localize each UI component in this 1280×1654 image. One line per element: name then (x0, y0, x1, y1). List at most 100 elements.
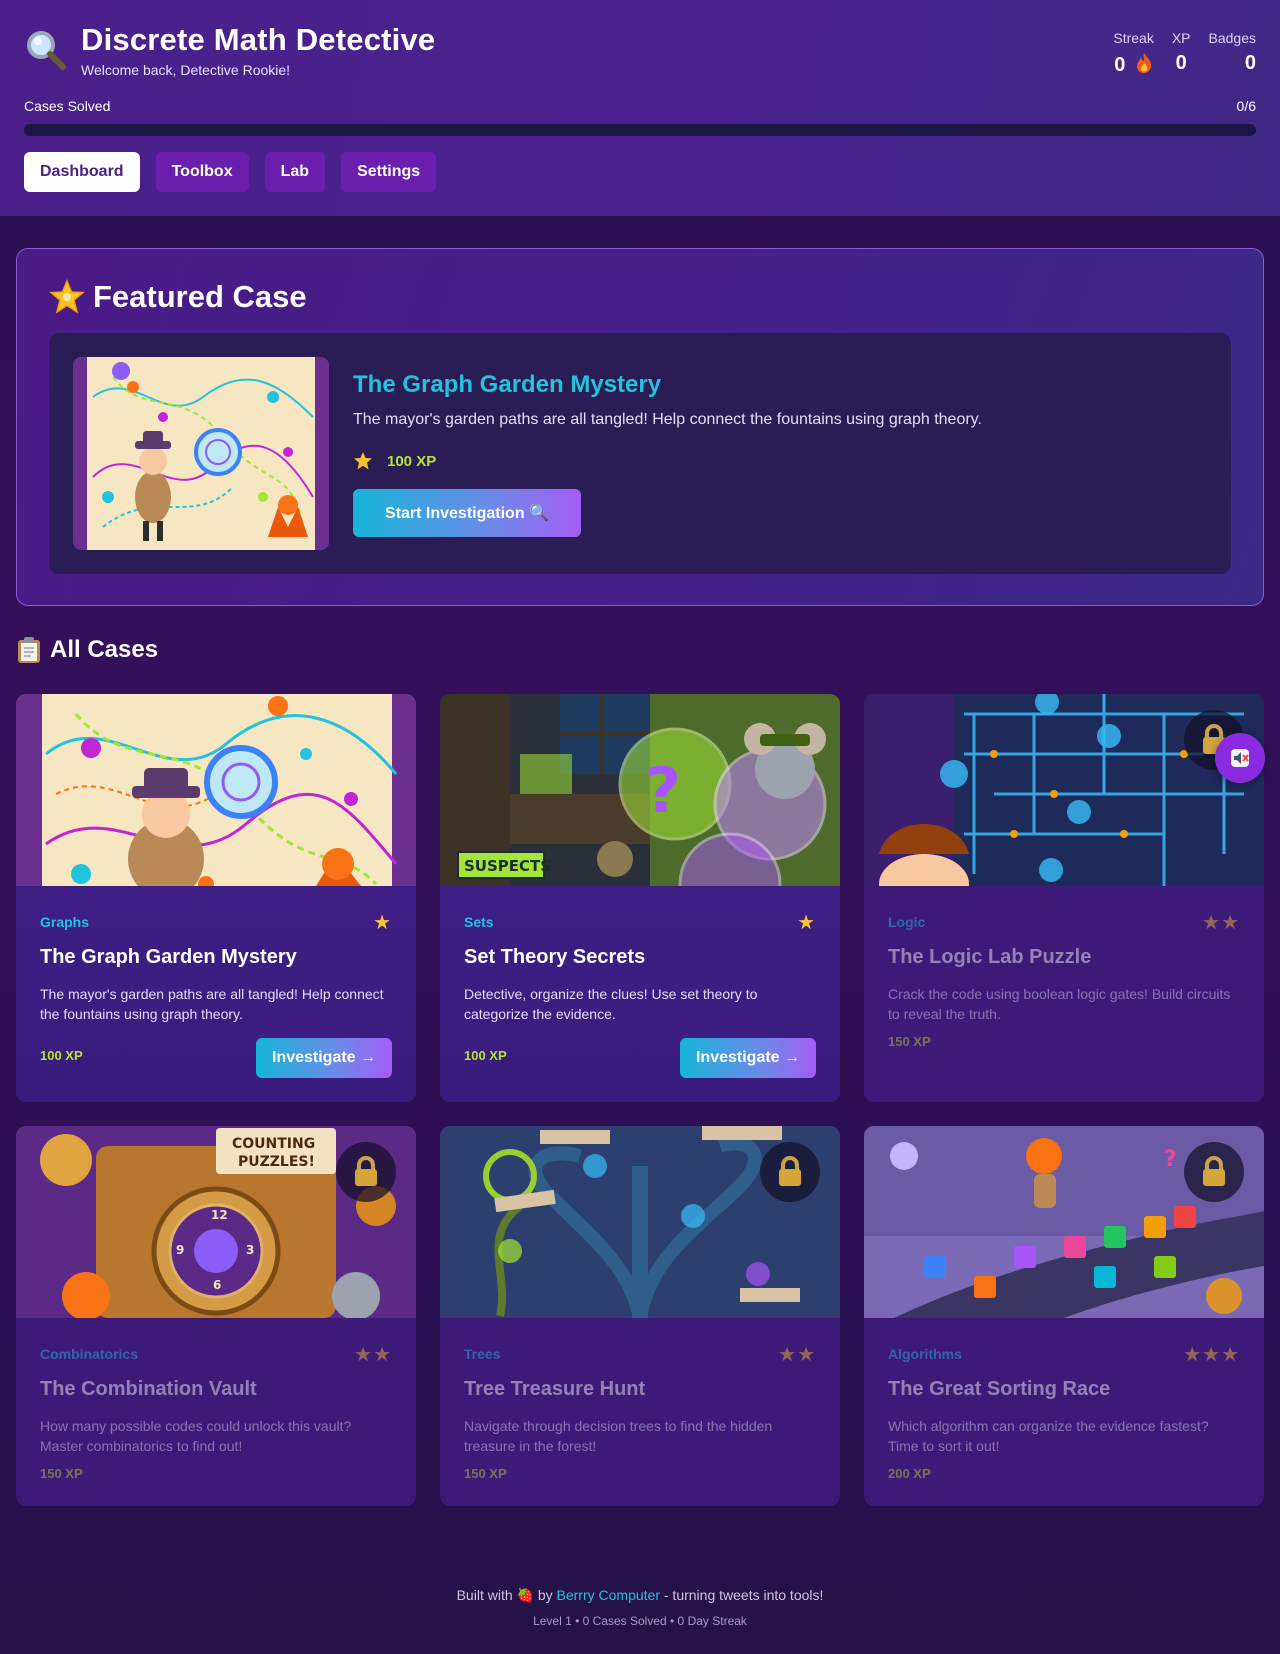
case-title: Set Theory Secrets (464, 946, 646, 968)
stat-value: 0 (1114, 54, 1126, 76)
case-card-trees: Trees ★★ Tree Treasure Hunt Navigate thr… (440, 1126, 840, 1506)
case-title: Tree Treasure Hunt (464, 1378, 646, 1400)
featured-case-section: Featured Case The Graph Garden Mystery T… (16, 248, 1264, 606)
featured-case-image (73, 357, 329, 550)
svg-text:?: ? (1164, 1147, 1177, 1172)
star-icon (354, 452, 372, 470)
case-card-body: Trees ★★ Tree Treasure Hunt Navigate thr… (440, 1318, 840, 1506)
footer-credits: Built with 🍓 by Berrry Computer - turnin… (0, 1587, 1280, 1604)
case-category: Combinatorics (40, 1346, 139, 1362)
glowing-star-icon (49, 279, 85, 314)
stat-value: 0 (1244, 52, 1256, 74)
difficulty-stars: ★★ (1202, 912, 1240, 934)
case-category: Graphs (40, 914, 90, 930)
case-description: Detective, organize the clues! Use set t… (464, 986, 758, 1022)
case-card-graphs: Graphs ★ The Graph Garden Mystery The ma… (16, 694, 416, 1102)
stats-panel: Streak 0 XP 0 Badges 0 (1113, 30, 1256, 77)
case-card-image: ? SUSPECTS (440, 694, 840, 886)
lock-badge (336, 1142, 396, 1202)
case-description: The mayor's garden paths are all tangled… (40, 986, 384, 1022)
fire-icon (1136, 53, 1152, 73)
app-title: Discrete Math Detective (81, 22, 436, 57)
stat-value: 0 (1175, 52, 1187, 74)
case-xp: 100 XP (464, 1048, 507, 1063)
case-card-image (16, 694, 416, 886)
magnifier-icon (27, 31, 66, 70)
svg-text:9: 9 (176, 1243, 184, 1257)
tab-settings[interactable]: Settings (341, 152, 437, 192)
case-category: Trees (464, 1346, 501, 1362)
welcome-message: Welcome back, Detective Rookie! (81, 62, 291, 78)
lock-badge (760, 1142, 820, 1202)
featured-heading-text: Featured Case (93, 279, 307, 314)
case-description: How many possible codes could unlock thi… (40, 1418, 352, 1454)
muted-speaker-icon (1231, 749, 1249, 767)
footer-link[interactable]: Berrry Computer (557, 1587, 660, 1603)
case-card-body: Combinatorics ★★ The Combination Vault H… (16, 1318, 416, 1506)
tab-toolbox[interactable]: Toolbox (155, 152, 249, 192)
case-card-combinatorics: 12 3 6 9 COUNTING PUZZLES! Combinatorics ★★… (16, 1126, 416, 1506)
stat-label: Streak (1113, 30, 1154, 46)
svg-text:?: ? (645, 754, 681, 827)
sound-toggle-button[interactable] (1215, 733, 1265, 783)
case-category: Sets (464, 914, 494, 930)
featured-heading: Featured Case (49, 279, 307, 315)
case-card-algorithms: ? Algorithms ★★★ The Great Sorting Race … (864, 1126, 1264, 1506)
difficulty-stars: ★★★ (1183, 1344, 1240, 1366)
stat-xp: XP 0 (1172, 30, 1191, 77)
lock-badge (1184, 1142, 1244, 1202)
case-card-image: 12 3 6 9 COUNTING PUZZLES! (16, 1126, 416, 1318)
case-xp: 150 XP (40, 1466, 83, 1481)
case-card-body: Graphs ★ The Graph Garden Mystery The ma… (16, 886, 416, 1102)
main-nav: Dashboard Toolbox Lab Settings (24, 152, 437, 192)
difficulty-stars: ★★ (778, 1344, 816, 1366)
case-card-logic: Logic ★★ The Logic Lab Puzzle Crack the … (864, 694, 1264, 1102)
svg-text:6: 6 (213, 1278, 221, 1292)
stat-label: Badges (1208, 30, 1256, 46)
clipboard-icon (18, 637, 40, 663)
footer-status: Level 1 • 0 Cases Solved • 0 Day Streak (533, 1614, 747, 1628)
all-cases-heading: All Cases (16, 636, 158, 664)
stat-label: XP (1171, 30, 1191, 46)
case-card-body: Algorithms ★★★ The Great Sorting Race Wh… (864, 1318, 1264, 1506)
stat-streak: Streak 0 (1113, 30, 1153, 77)
investigate-button[interactable]: Investigate → (680, 1038, 816, 1078)
svg-text:PUZZLES!: PUZZLES! (238, 1154, 315, 1170)
app-header: Discrete Math Detective Welcome back, De… (0, 0, 1280, 216)
featured-case-title: The Graph Garden Mystery (353, 371, 662, 398)
featured-case-xp: 100 XP (353, 451, 436, 471)
case-category: Logic (888, 914, 926, 930)
case-xp: 150 XP (888, 1034, 931, 1049)
investigate-button[interactable]: Investigate → (256, 1038, 392, 1078)
difficulty-stars: ★ (797, 912, 816, 934)
footer-built-suffix: - turning tweets into tools! (659, 1587, 824, 1603)
case-category: Algorithms (888, 1346, 962, 1362)
progress-count: 0/6 (1236, 98, 1256, 114)
lock-icon (779, 1156, 801, 1186)
featured-case-description: The mayor's garden paths are all tangled… (353, 411, 982, 428)
tab-lab[interactable]: Lab (264, 152, 326, 192)
lock-icon (1203, 1156, 1225, 1186)
start-investigation-button[interactable]: Start Investigation 🔍 (353, 489, 581, 537)
case-description: Navigate through decision trees to find … (464, 1418, 773, 1454)
lock-icon (355, 1156, 377, 1186)
difficulty-stars: ★★ (354, 1344, 392, 1366)
case-title: The Graph Garden Mystery (40, 946, 297, 968)
case-card-body: Logic ★★ The Logic Lab Puzzle Crack the … (864, 886, 1264, 1102)
progress-label: Cases Solved (24, 98, 111, 114)
tab-dashboard[interactable]: Dashboard (24, 152, 140, 192)
cases-progress-bar (24, 124, 1256, 136)
case-description: Which algorithm can organize the evidenc… (888, 1418, 1209, 1454)
case-card-body: Sets ★ Set Theory Secrets Detective, org… (440, 886, 840, 1102)
case-card-image (864, 694, 1264, 886)
featured-case-card: The Graph Garden Mystery The mayor's gar… (49, 333, 1231, 574)
difficulty-stars: ★ (373, 912, 392, 934)
case-xp: 200 XP (888, 1466, 931, 1481)
svg-text:COUNTING: COUNTING (232, 1136, 315, 1152)
case-card-sets: ? SUSPECTS Sets ★ Set Theory Secrets Det… (440, 694, 840, 1102)
case-card-image: ? (864, 1126, 1264, 1318)
case-title: The Logic Lab Puzzle (888, 946, 1092, 968)
all-cases-heading-text: All Cases (50, 636, 159, 663)
footer-built-prefix: Built with 🍓 by (456, 1587, 557, 1603)
case-title: The Great Sorting Race (888, 1378, 1111, 1400)
